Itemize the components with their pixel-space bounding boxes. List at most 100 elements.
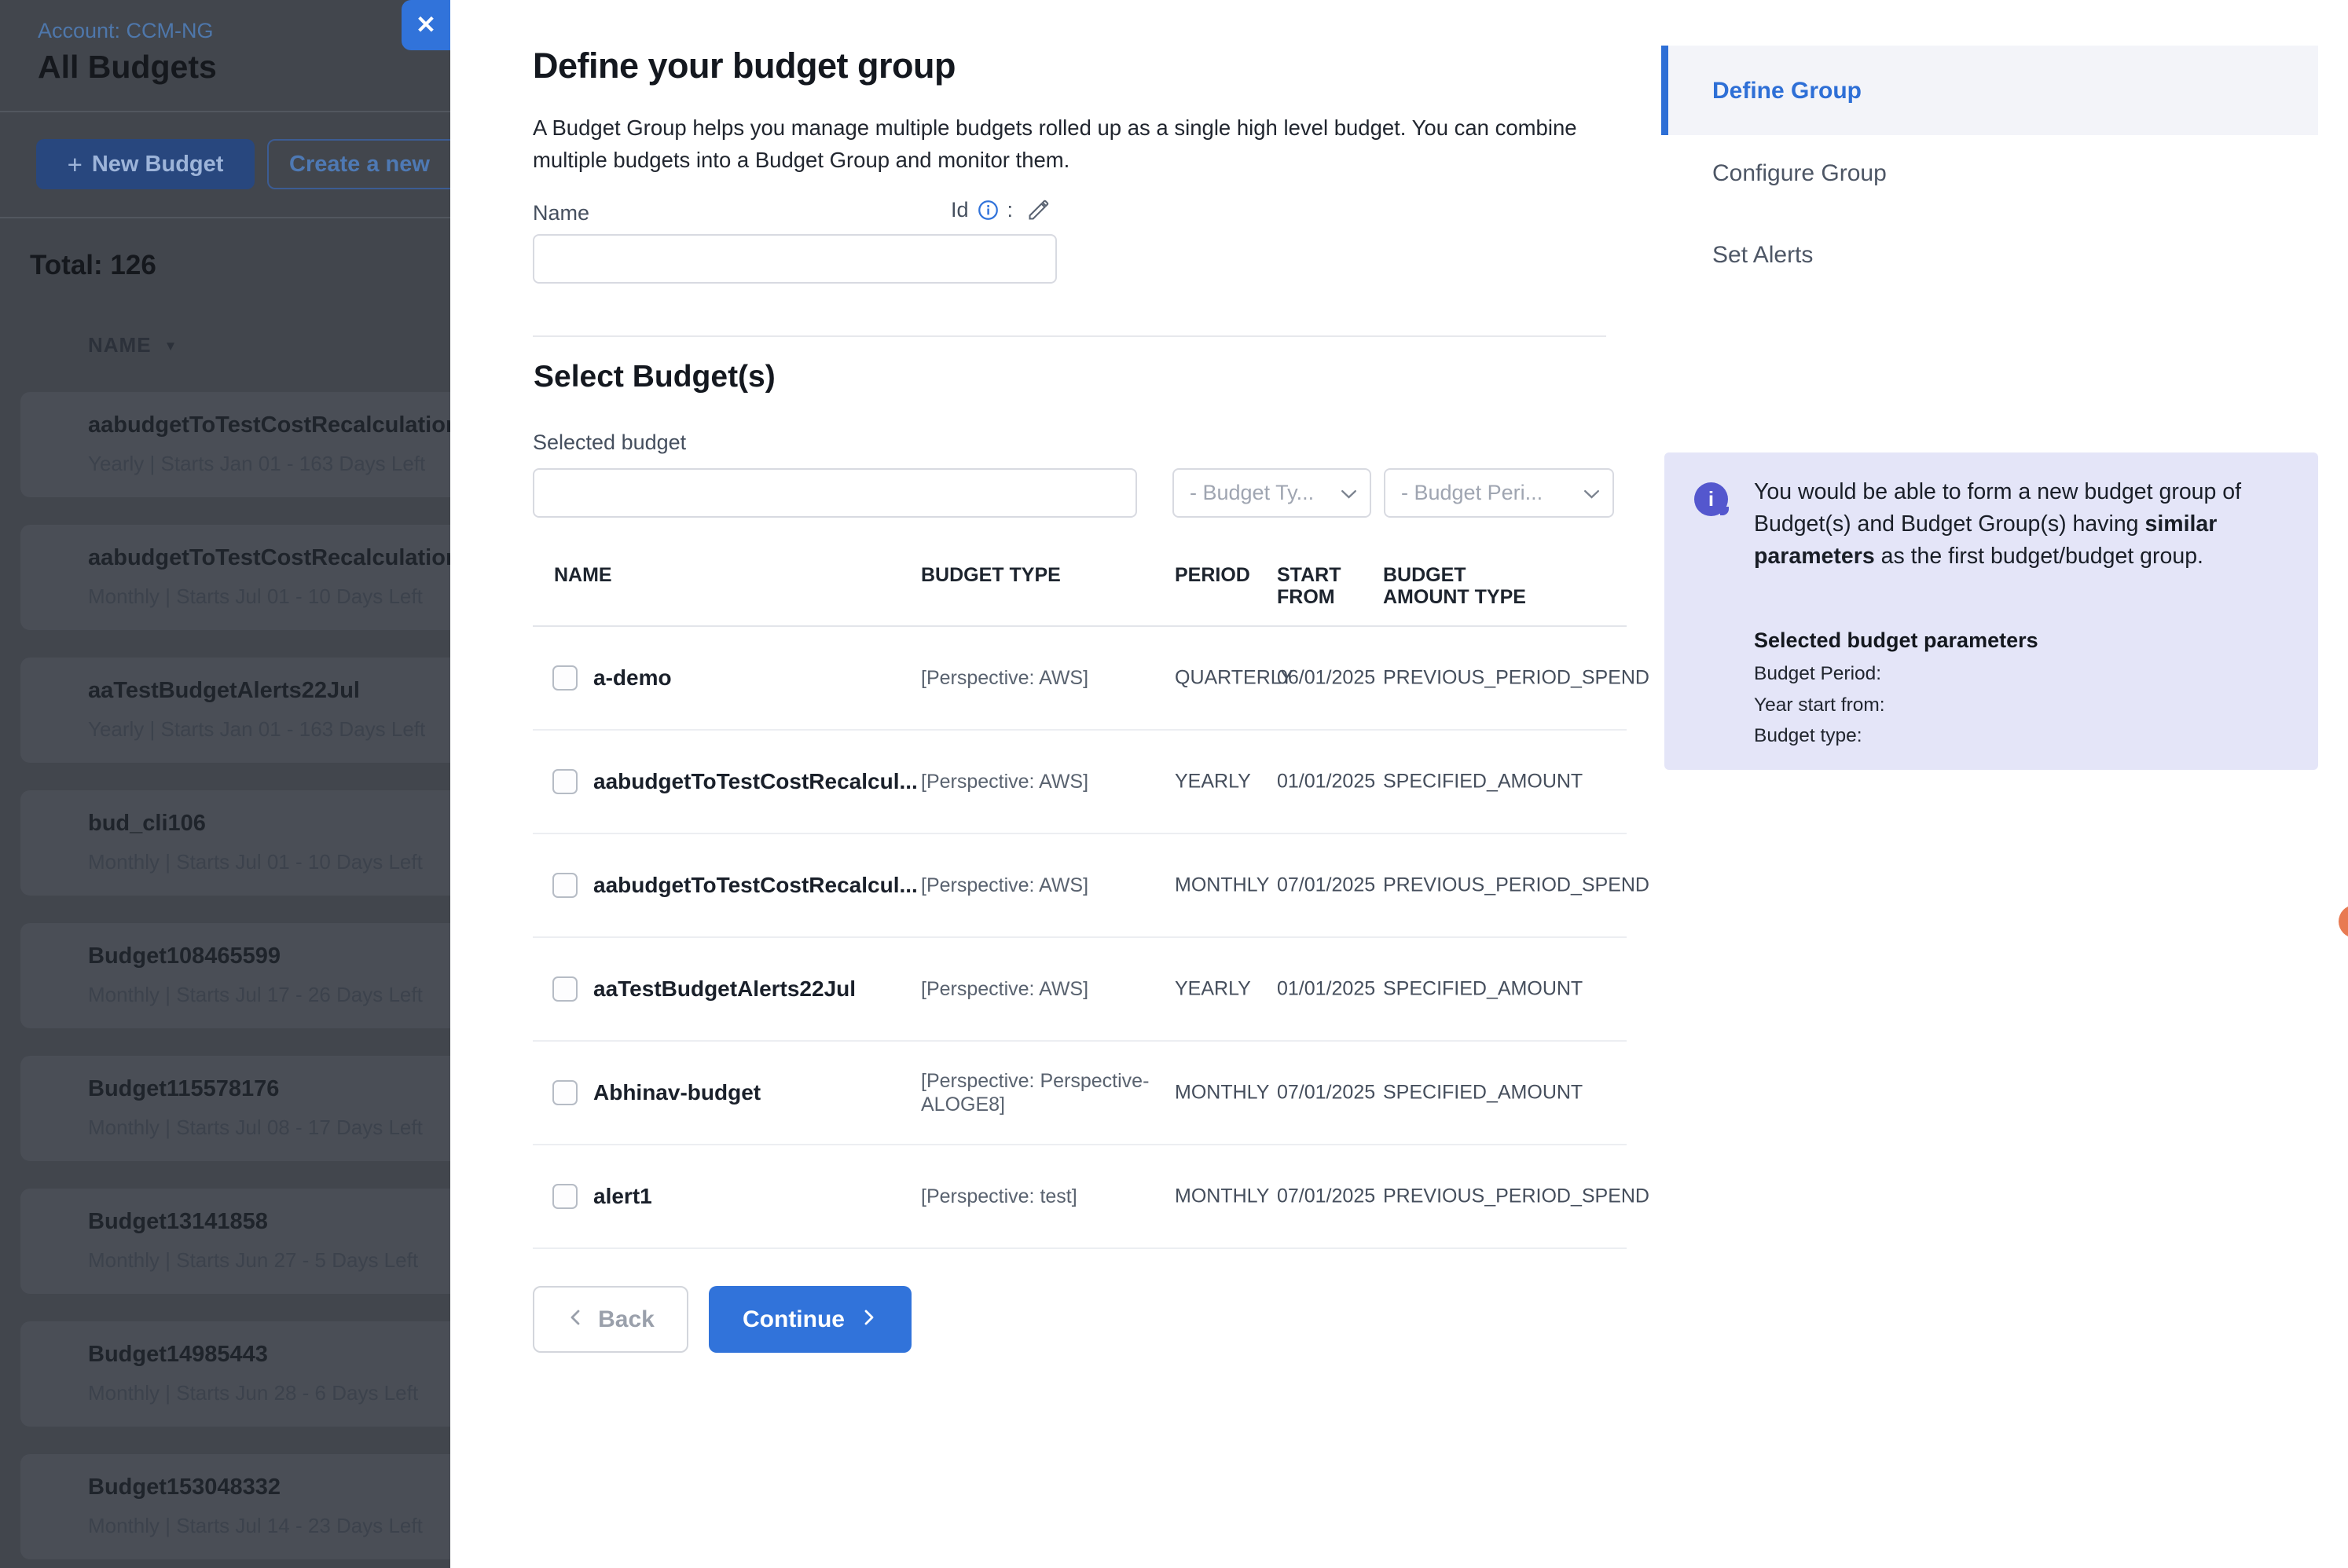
budget-list-item[interactable]: aaTestBudgetAlerts22JulYearly | Starts J…: [20, 658, 450, 763]
budget-item-meta: Monthly | Starts Jul 17 - 26 Days Left: [88, 983, 423, 1007]
continue-label: Continue: [743, 1306, 845, 1333]
budget-type-filter-value: - Budget Ty...: [1190, 481, 1314, 505]
row-checkbox[interactable]: [552, 976, 578, 1002]
new-budget-button[interactable]: + New Budget: [36, 139, 255, 189]
budget-list-item[interactable]: Budget13141858Monthly | Starts Jun 27 - …: [20, 1189, 450, 1294]
divider: [533, 335, 1606, 337]
close-drawer-button[interactable]: ✕: [402, 0, 450, 50]
budget-item-meta: Yearly | Starts Jan 01 - 163 Days Left: [88, 452, 425, 476]
budget-item-name: bud_cli106: [88, 811, 206, 837]
info-panel: i You would be able to form a new budget…: [1664, 452, 2318, 770]
budgets-table: NAME BUDGET TYPE PERIOD START FROM BUDGE…: [533, 559, 1627, 1249]
list-name-column-header[interactable]: NAME▼: [88, 333, 178, 357]
budget-item-name: Budget108465599: [88, 943, 281, 969]
budget-item-meta: Monthly | Starts Jul 08 - 17 Days Left: [88, 1116, 423, 1140]
row-checkbox[interactable]: [552, 873, 578, 898]
budget-item-name: Budget153048332: [88, 1475, 281, 1500]
info-icon[interactable]: [978, 200, 999, 221]
table-header-row: NAME BUDGET TYPE PERIOD START FROM BUDGE…: [533, 559, 1627, 627]
cell-start: 07/01/2025: [1277, 1185, 1375, 1208]
step-configure-group[interactable]: Configure Group: [1712, 160, 1887, 187]
budget-item-name: aabudgetToTestCostRecalculation2: [88, 545, 450, 571]
budget-list-item[interactable]: Budget108465599 Monthly | Starts Jul 17 -…: [20, 923, 450, 1028]
budget-list-item[interactable]: aabudgetToTestCostRecalculation2Monthly …: [20, 525, 450, 630]
cell-period: MONTHLY: [1175, 1185, 1269, 1208]
cell-period: MONTHLY: [1175, 874, 1269, 897]
info-param: Year start from:: [1754, 694, 1885, 726]
app-root: Account: CCM-NG All Budgets + New Budget…: [0, 0, 2348, 1568]
budget-type-filter-select[interactable]: - Budget Ty...: [1172, 468, 1371, 518]
cell-period: QUARTERLY: [1175, 667, 1293, 690]
budget-period-filter-select[interactable]: - Budget Peri...: [1384, 468, 1614, 518]
budget-item-name: Budget13141858: [88, 1209, 268, 1235]
row-checkbox[interactable]: [552, 769, 578, 794]
chevron-down-icon: [1341, 481, 1357, 505]
budget-search-input[interactable]: [533, 468, 1137, 518]
budget-list-item[interactable]: Budget153048332 Monthly | Starts Jul 14 -…: [20, 1454, 450, 1559]
budget-item-meta: Monthly | Starts Jul 14 - 23 Days Left: [88, 1514, 423, 1538]
row-checkbox[interactable]: [552, 665, 578, 691]
plus-icon: +: [68, 152, 83, 178]
budget-list-item[interactable]: Budget14985443 Monthly | Starts Jun 28 - …: [20, 1321, 450, 1427]
step-set-alerts[interactable]: Set Alerts: [1712, 242, 1813, 269]
info-bubble-icon: i: [1694, 482, 1728, 516]
header-budget-type: BUDGET TYPE: [921, 564, 1061, 586]
sort-descending-icon: ▼: [164, 339, 178, 354]
cell-name: alert1: [593, 1184, 652, 1209]
cell-start: 06/01/2025: [1277, 667, 1375, 690]
budget-item-meta: Monthly | Starts Jul 01 - 10 Days Left: [88, 850, 423, 874]
back-button[interactable]: Back: [533, 1286, 688, 1353]
cell-amount: PREVIOUS_PERIOD_SPEND: [1383, 874, 1649, 897]
cell-type: [Perspective: test]: [921, 1185, 1150, 1208]
budget-list-item[interactable]: aabudgetToTestCostRecalculation1 Yearly |…: [20, 392, 450, 497]
cell-name: aabudgetToTestCostRecalcul...: [593, 873, 918, 898]
account-breadcrumb[interactable]: Account: CCM-NG: [38, 19, 214, 43]
header-name: NAME: [554, 564, 612, 586]
create-budget-group-button[interactable]: Create a new: [267, 139, 450, 189]
info-param: Budget Period:: [1754, 663, 1885, 694]
id-separator: :: [1007, 198, 1014, 222]
table-row: aabudgetToTestCostRecalcul...[Perspectiv…: [533, 834, 1627, 938]
cell-period: YEARLY: [1175, 771, 1251, 793]
cell-period: YEARLY: [1175, 978, 1251, 1001]
chevron-left-icon: [567, 1306, 585, 1333]
cell-name: aaTestBudgetAlerts22Jul: [593, 976, 856, 1002]
active-step-indicator-bar: [1661, 46, 1668, 135]
cell-amount: SPECIFIED_AMOUNT: [1383, 978, 1583, 1001]
drawer-title: Define your budget group: [533, 46, 956, 86]
cell-type: [Perspective: Perspective-ALOGE8]: [921, 1069, 1150, 1116]
table-row: a-demo [Perspective: AWS] QUARTERLY06/01/2…: [533, 627, 1627, 731]
row-checkbox[interactable]: [552, 1080, 578, 1105]
cell-type: [Perspective: AWS]: [921, 666, 1150, 690]
divider: [0, 111, 450, 112]
budgets-list-panel: Account: CCM-NG All Budgets + New Budget…: [0, 0, 450, 1568]
cell-type: [Perspective: AWS]: [921, 977, 1150, 1001]
cell-name: Abhinav-budget: [593, 1080, 761, 1105]
budget-list-item[interactable]: bud_cli106 Monthly | Starts Jul 01 - 10 D…: [20, 790, 450, 896]
new-budget-label: New Budget: [92, 152, 224, 178]
cell-start: 07/01/2025: [1277, 874, 1375, 897]
budget-item-meta: Monthly | Starts Jun 28 - 6 Days Left: [88, 1381, 418, 1405]
cell-start: 01/01/2025: [1277, 978, 1375, 1001]
divider: [0, 217, 450, 218]
budget-item-name: aaTestBudgetAlerts22Jul: [88, 678, 360, 704]
continue-button[interactable]: Continue: [709, 1286, 912, 1353]
cell-name: a-demo: [593, 665, 672, 691]
table-row: alert1 [Perspective: test] MONTHLY 07/01/20…: [533, 1145, 1627, 1249]
header-start-from: START FROM: [1277, 564, 1360, 608]
name-field-label: Name: [533, 201, 589, 225]
table-body: a-demo [Perspective: AWS] QUARTERLY06/01/2…: [533, 627, 1627, 1249]
budget-group-drawer: Define your budget group A Budget Group …: [450, 0, 2348, 1568]
budget-item-name: Budget14985443: [88, 1342, 268, 1368]
selected-budget-parameters-title: Selected budget parameters: [1754, 628, 2038, 653]
budget-item-name: Budget115578176: [88, 1076, 279, 1102]
group-name-input[interactable]: [533, 234, 1057, 284]
row-checkbox[interactable]: [552, 1184, 578, 1209]
chevron-right-icon: [859, 1306, 878, 1333]
budget-card-list: aabudgetToTestCostRecalculation1 Yearly |…: [20, 392, 450, 1568]
budget-item-name: aabudgetToTestCostRecalculation1: [88, 412, 450, 438]
budget-list-item[interactable]: Budget115578176 Monthly | Starts Jul 08 -…: [20, 1056, 450, 1161]
step-define-group[interactable]: Define Group: [1712, 78, 1862, 104]
edit-pencil-icon[interactable]: [1026, 198, 1051, 222]
close-icon: ✕: [416, 11, 436, 39]
